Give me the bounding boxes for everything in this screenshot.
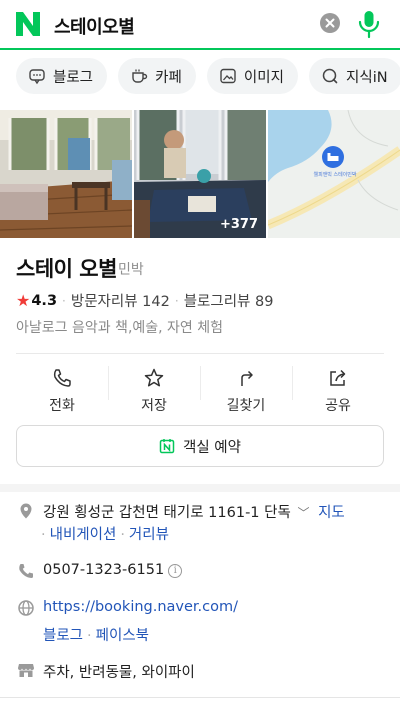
tab-blog[interactable]: 블로그 <box>16 58 108 94</box>
directions-button[interactable]: 길찾기 <box>200 358 292 418</box>
phone-icon <box>19 564 33 578</box>
separator-dot: · <box>174 293 179 308</box>
share-icon <box>330 369 346 386</box>
divider <box>0 697 400 698</box>
visitor-reviews-link[interactable]: 방문자리뷰 142 <box>71 290 170 311</box>
tab-image[interactable]: 이미지 <box>206 58 298 94</box>
globe-icon <box>18 600 34 616</box>
website-link[interactable]: https://booking.naver.com/ <box>43 599 238 615</box>
navigation-link[interactable]: 내비게이션 <box>50 527 117 543</box>
tab-blog-label: 블로그 <box>53 69 94 86</box>
voice-search-mic-icon[interactable] <box>357 9 381 39</box>
action-row: 전화 저장 길찾기 공유 <box>16 358 384 418</box>
search-tabs: 블로그 카페 이미지 지식iN <box>16 58 400 98</box>
call-button[interactable]: 전화 <box>16 358 108 418</box>
map-pin-icon <box>322 146 344 168</box>
info-icon[interactable]: i <box>168 564 183 578</box>
separator-dot: · <box>120 527 125 543</box>
gallery-photo-sunroom[interactable] <box>0 110 132 238</box>
close-icon <box>325 18 335 28</box>
social-links-row: 블로그 · 페이스북 <box>43 624 149 645</box>
divider <box>16 353 384 354</box>
amenities-row: 주차, 반려동물, 와이파이 <box>43 661 195 682</box>
map-place-label: 웰피앤빅 스테이민박 <box>313 172 357 178</box>
store-icon <box>18 664 34 677</box>
map-link[interactable]: 지도 <box>318 505 345 521</box>
phone-number[interactable]: 0507-1323-6151 <box>43 562 164 578</box>
qna-icon <box>322 68 338 84</box>
amenities-text: 주차, 반려동물, 와이파이 <box>43 665 195 681</box>
rating-star-icon: ★ <box>16 291 31 310</box>
separator-dot: · <box>41 527 46 543</box>
share-button[interactable]: 공유 <box>292 358 384 418</box>
tab-kin-label: 지식iN <box>346 69 388 86</box>
separator-dot: · <box>87 628 92 644</box>
call-label: 전화 <box>49 398 75 414</box>
place-tagline: 아날로그 음악과 책,예술, 자연 체험 <box>16 320 224 336</box>
address-row: 강원 횡성군 갑천면 태기로 1161-1 단독 ﹀ 지도 <box>43 501 345 522</box>
directions-label: 길찾기 <box>226 398 266 414</box>
star-outline-icon <box>144 368 164 387</box>
phone-row: 0507-1323-6151 i <box>43 562 183 578</box>
image-icon <box>220 68 236 84</box>
search-bar: 스테이오별 <box>0 0 400 50</box>
facebook-link[interactable]: 페이스북 <box>96 628 149 644</box>
more-photos-count: +377 <box>219 217 258 232</box>
search-input[interactable]: 스테이오별 <box>54 13 135 39</box>
share-label: 공유 <box>325 398 351 414</box>
blog-icon <box>29 69 45 85</box>
directions-icon <box>241 370 253 386</box>
cafe-cup-icon <box>132 69 148 83</box>
place-category: 민박 <box>118 262 144 278</box>
rating-value: 4.3 <box>31 292 58 309</box>
tab-image-label: 이미지 <box>243 69 284 86</box>
naver-logo[interactable] <box>15 11 41 37</box>
gallery-photo-dining[interactable]: +377 <box>134 110 266 238</box>
naver-booking-icon <box>159 439 175 454</box>
review-stats: ★ 4.3 · 방문자리뷰 142 · 블로그리뷰 89 <box>16 290 273 311</box>
blog-link[interactable]: 블로그 <box>43 628 83 644</box>
separator-dot: · <box>62 293 66 308</box>
blog-reviews-link[interactable]: 블로그리뷰 89 <box>184 290 274 311</box>
photo-gallery: +377 웰피앤빅 스테이민박 <box>0 110 400 238</box>
room-booking-button[interactable]: 객실 예약 <box>16 425 384 467</box>
tab-cafe-label: 카페 <box>155 69 182 86</box>
map-thumbnail[interactable]: 웰피앤빅 스테이민박 <box>268 110 400 238</box>
place-name: 스테이 오별 <box>16 257 117 281</box>
clear-search-button[interactable] <box>320 13 340 33</box>
chevron-down-icon[interactable]: ﹀ <box>297 506 309 520</box>
save-label: 저장 <box>141 398 167 414</box>
address-text: 강원 횡성군 갑천면 태기로 1161-1 단독 <box>43 505 291 521</box>
room-booking-label: 객실 예약 <box>183 439 241 456</box>
street-view-link[interactable]: 거리뷰 <box>129 527 169 543</box>
section-divider <box>0 484 400 492</box>
location-pin-icon <box>20 503 32 519</box>
address-links-row: · 내비게이션 · 거리뷰 <box>41 523 169 544</box>
save-button[interactable]: 저장 <box>108 358 200 418</box>
tab-kin[interactable]: 지식iN <box>309 58 400 94</box>
website-row: https://booking.naver.com/ <box>43 599 238 615</box>
phone-icon <box>53 369 71 387</box>
tab-cafe[interactable]: 카페 <box>118 58 196 94</box>
